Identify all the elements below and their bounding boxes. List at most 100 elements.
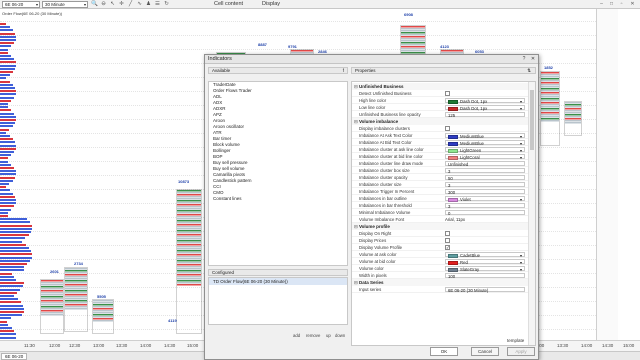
pin-icon[interactable]: ▫ — [618, 1, 625, 8]
property-label: High line color — [359, 98, 387, 103]
property-color-picker[interactable]: MediumBlue ▾ — [445, 140, 525, 146]
add-link[interactable]: add — [293, 333, 300, 338]
property-color-picker[interactable]: LightCoral ▾ — [445, 154, 525, 160]
bar-total-volume: 5505 — [97, 294, 106, 299]
property-row: Minimal Imbalance Volume 0 — [352, 209, 528, 216]
volume-profile-bar — [0, 227, 32, 230]
property-input[interactable]: 6E 06-20 (30 Minute) — [445, 287, 525, 293]
property-checkbox[interactable] — [445, 238, 450, 243]
chart-tab[interactable]: 6E 06-20 — [1, 353, 28, 360]
volume-profile-bar — [0, 298, 18, 301]
property-input[interactable]: 3 — [445, 168, 525, 174]
volume-profile-bar — [0, 186, 6, 189]
property-color-picker[interactable]: LightGreen ▾ — [445, 147, 525, 153]
zoom-out-icon[interactable]: ⊖ — [100, 1, 107, 8]
zoom-in-icon[interactable]: 🔍 — [91, 1, 98, 8]
property-checkbox[interactable] — [445, 91, 450, 96]
interval-selector[interactable]: 30 Minute ▾ — [42, 1, 88, 8]
property-row: Imbalance At Ask Text Color MediumBlue ▾ — [352, 132, 528, 139]
pointer-icon[interactable]: ↖ — [109, 1, 116, 8]
close-icon[interactable]: ✕ — [629, 1, 636, 8]
volume-profile-bar — [0, 211, 8, 214]
configured-indicator-list[interactable]: TD Order Flow(6E 06-20 (30 Minute)) — [208, 277, 348, 325]
ok-button[interactable]: OK — [430, 347, 458, 356]
help-icon[interactable]: ? — [521, 56, 527, 63]
property-color-picker[interactable]: Dash Dot, 1px ▾ — [445, 105, 525, 111]
template-link[interactable]: template — [507, 338, 524, 343]
property-input[interactable]: 3 — [445, 182, 525, 188]
property-row: Imbalance cluster at ask line color Light… — [352, 146, 528, 153]
property-checkbox[interactable] — [445, 231, 450, 236]
property-section-header[interactable]: ⊟Volume profile — [352, 223, 528, 230]
property-color-picker[interactable]: MediumBlue ▾ — [445, 133, 525, 139]
volume-profile-bar — [0, 208, 11, 211]
scrollbar-thumb[interactable] — [530, 90, 534, 150]
property-color-picker[interactable]: CadetBlue ▾ — [445, 252, 525, 258]
property-section-header[interactable]: ⊟Data Series — [352, 279, 528, 286]
property-color-picker[interactable]: Violet ▾ — [445, 196, 525, 202]
property-input[interactable]: 125 — [445, 112, 525, 118]
sort-icon[interactable]: ⇅ — [527, 68, 531, 73]
display-menu[interactable]: Display — [262, 1, 280, 8]
apply-button[interactable]: Apply — [507, 347, 535, 356]
property-checkbox[interactable] — [445, 245, 450, 250]
volume-profile-bar — [0, 93, 16, 96]
property-label: Imbalance cluster at bid line color — [359, 154, 423, 159]
property-label: Display Prices — [359, 238, 387, 243]
minimize-icon[interactable]: – — [598, 1, 605, 8]
property-row: Imbalance cluster box size 3 — [352, 167, 528, 174]
cell-content-menu[interactable]: Cell content — [214, 1, 243, 8]
volume-profile-bar — [0, 237, 25, 240]
volume-profile-bar — [0, 189, 10, 192]
property-checkbox[interactable] — [445, 126, 450, 131]
dialog-title-bar[interactable]: Indicators ? ✕ — [205, 55, 538, 64]
search-icon[interactable]: f — [343, 68, 344, 73]
property-row: Input series 6E 06-20 (30 Minute) — [352, 286, 528, 293]
remove-link[interactable]: remove — [306, 333, 320, 338]
property-input[interactable]: 100 — [445, 273, 525, 279]
draw-line-icon[interactable]: ╱ — [127, 1, 134, 8]
property-color-picker[interactable]: SlateGray ▾ — [445, 266, 525, 272]
available-item[interactable]: Constant lines — [209, 196, 347, 202]
instrument-selector[interactable]: 6E 06-20 ▾ — [2, 1, 40, 8]
properties-icon[interactable]: ☰ — [154, 1, 161, 8]
indicators-icon[interactable]: ∿ — [136, 1, 143, 8]
crosshair-icon[interactable]: ✛ — [118, 1, 125, 8]
property-input[interactable]: Unfinished — [445, 161, 525, 167]
property-color-picker[interactable]: Red ▾ — [445, 259, 525, 265]
refresh-icon[interactable]: ↻ — [163, 1, 170, 8]
volume-profile-bar — [0, 106, 8, 109]
volume-profile-bar — [0, 135, 10, 137]
property-row: Width in pixels 100 — [352, 272, 528, 279]
volume-profile-bar — [0, 163, 11, 166]
property-input[interactable]: 50 — [445, 175, 525, 181]
property-color-picker[interactable]: Dash Dot, 1px ▾ — [445, 98, 525, 104]
properties-scrollbar[interactable] — [528, 82, 535, 345]
property-value[interactable]: Arial, 11px — [445, 217, 525, 222]
volume-profile-bar — [0, 122, 15, 125]
volume-profile-bar — [0, 218, 27, 221]
property-section-header[interactable]: ⊟Unfinished Business — [352, 83, 528, 90]
volume-profile-bar — [0, 109, 11, 112]
volume-profile-bar — [0, 45, 11, 48]
property-input[interactable]: 0 — [445, 210, 525, 216]
volume-profile-bar — [0, 58, 14, 61]
down-link[interactable]: down — [335, 333, 345, 338]
property-input[interactable]: 300 — [445, 189, 525, 195]
maximize-icon[interactable]: □ — [608, 1, 615, 8]
strategies-icon[interactable]: ♟ — [145, 1, 152, 8]
up-link[interactable]: up — [326, 333, 331, 338]
property-input[interactable]: 3 — [445, 203, 525, 209]
configured-item[interactable]: TD Order Flow(6E 06-20 (30 Minute)) — [209, 278, 347, 285]
property-label: Volume color — [359, 266, 384, 271]
price-axis[interactable] — [596, 9, 618, 349]
volume-profile-bar — [0, 80, 10, 83]
close-icon[interactable]: ✕ — [530, 56, 536, 63]
property-label: Imbalances in bar outline — [359, 196, 407, 201]
volume-profile-bar — [0, 23, 6, 25]
available-indicator-list[interactable]: TraderDate Order Flows Trader ADL ADX ADXR AP… — [208, 81, 348, 266]
property-section-header[interactable]: ⊟Volume imbalance — [352, 118, 528, 125]
bar-total-volume: 2601 — [50, 269, 59, 274]
cancel-button[interactable]: Cancel — [471, 347, 499, 356]
volume-profile-bar — [0, 215, 8, 217]
